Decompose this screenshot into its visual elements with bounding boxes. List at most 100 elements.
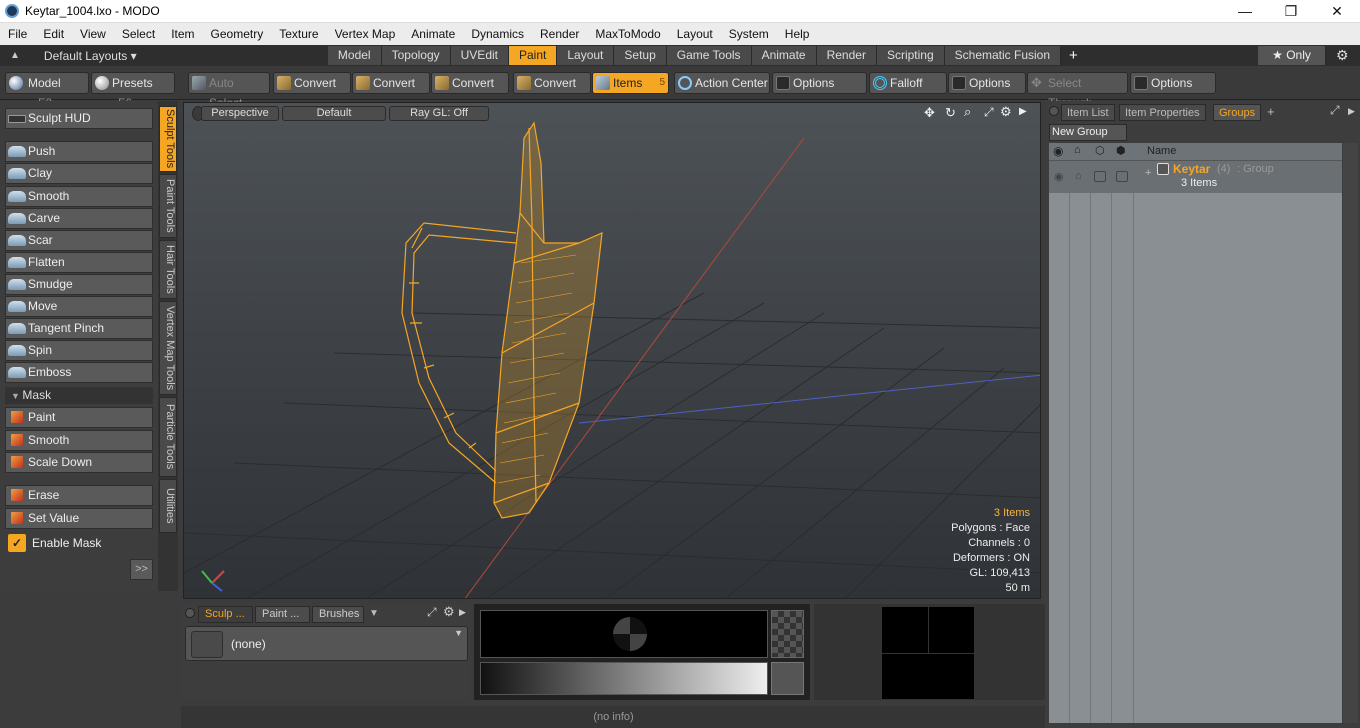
gradient-alpha-swatch[interactable] [771,662,804,695]
mask-section-header[interactable]: ▼ Mask [5,387,153,404]
expand-more-button[interactable]: >> [130,559,153,580]
maximize-panel-icon[interactable]: ⤢ [427,605,437,620]
vertical-scrollbar[interactable] [1343,143,1358,723]
tab-uvedit[interactable]: UVEdit [450,46,509,65]
mask-smooth-tool[interactable]: Smooth [5,430,153,451]
tab-paint[interactable]: Paint ... [255,606,310,623]
zoom-icon[interactable]: ⌕ [964,104,971,120]
model-button[interactable]: Model F2 [5,72,89,110]
menu-select[interactable]: Select [114,23,163,45]
mask-scale-down-tool[interactable]: Scale Down [5,452,153,473]
menu-layout[interactable]: Layout [669,23,721,45]
menu-geometry[interactable]: Geometry [203,23,272,45]
menu-render[interactable]: Render [532,23,587,45]
tab-scripting[interactable]: Scripting [876,46,945,65]
perspective-dropdown[interactable]: Perspective [201,106,279,121]
close-button[interactable]: ✕ [1314,0,1360,23]
panel-arrow-icon[interactable]: ▶ [1348,106,1355,117]
expand-arrow-icon[interactable]: ▶ [1019,106,1027,117]
tab-setup[interactable]: Setup [614,46,667,65]
menu-view[interactable]: View [72,23,114,45]
tab-sculpt[interactable]: Sculp ... [198,606,253,623]
viewport-gear-icon[interactable]: ⚙ [1000,104,1012,120]
convert-vertices-button[interactable]: Convert [273,72,351,94]
menu-help[interactable]: Help [777,23,818,45]
emboss-tool[interactable]: Emboss [5,362,153,383]
only-button[interactable]: ★ Only [1258,46,1326,65]
carve-tool[interactable]: Carve [5,208,153,229]
expand-icon[interactable]: + [1145,167,1151,179]
select-options-button[interactable]: Options [1130,72,1216,94]
panel-gear-icon[interactable]: ⚙ [443,604,455,620]
new-group-button[interactable]: New Group [1049,124,1127,141]
convert-edges-button[interactable]: Convert [352,72,430,94]
action-center-options-button[interactable]: Options [772,72,867,94]
tab-sculpt-tools[interactable]: Sculpt Tools [159,106,177,172]
3d-viewport[interactable]: Perspective Default Ray GL: Off ✥ ↻ ⌕ ⤢ … [183,102,1041,599]
panel-menu-icon[interactable] [185,608,195,618]
shading-dropdown[interactable]: Default [282,106,386,121]
name-column-header[interactable]: Name [1147,145,1176,157]
panel-menu-icon[interactable] [1049,106,1059,116]
maximize-viewport-icon[interactable]: ⤢ [984,105,994,120]
tab-item-properties[interactable]: Item Properties [1119,104,1206,121]
tab-layout[interactable]: Layout [557,46,615,65]
convert-materials-button[interactable]: Convert [513,72,591,94]
gear-icon[interactable]: ⚙ [1336,47,1349,64]
maximize-button[interactable]: ❐ [1268,0,1314,23]
sculpt-hud-button[interactable]: Sculpt HUD [5,108,153,129]
tab-particle-tools[interactable]: Particle Tools [159,397,177,477]
menu-system[interactable]: System [721,23,777,45]
tab-topology[interactable]: Topology [381,46,451,65]
auto-select-button[interactable]: Auto Select [188,72,270,110]
menu-texture[interactable]: Texture [271,23,326,45]
mask-erase-tool[interactable]: Erase [5,485,153,506]
menu-edit[interactable]: Edit [35,23,72,45]
tabs-dropdown-icon[interactable]: ▼ [369,608,379,619]
add-tab-button[interactable]: + [1061,47,1086,64]
add-tab-button[interactable]: + [1267,104,1275,119]
pan-icon[interactable]: ✥ [924,105,935,121]
falloff-button[interactable]: Falloff [869,72,947,94]
tab-utilities[interactable]: Utilities [159,479,177,533]
minimize-button[interactable]: — [1222,0,1268,23]
items-button[interactable]: Items 5 [592,72,669,94]
mask-set-value-tool[interactable]: Set Value [5,508,153,529]
eye-icon[interactable]: ◉ [1054,170,1064,183]
raygl-dropdown[interactable]: Ray GL: Off [389,106,489,121]
menu-item[interactable]: Item [163,23,202,45]
falloff-options-button[interactable]: Options [948,72,1026,94]
select-through-button[interactable]: ✥Select Through [1027,72,1128,110]
lock-checkbox[interactable] [1094,171,1106,182]
select-checkbox[interactable] [1116,171,1128,182]
group-row-keytar[interactable]: ◉ ⌂ + Keytar (4) : Group 3 Items [1049,161,1342,193]
action-center-button[interactable]: Action Center [674,72,770,94]
spin-tool[interactable]: Spin [5,340,153,361]
alpha-swatch[interactable] [771,610,804,658]
presets-button[interactable]: Presets F6 [91,72,175,110]
menu-dynamics[interactable]: Dynamics [463,23,532,45]
rotate-icon[interactable]: ↻ [945,105,956,121]
convert-polygons-button[interactable]: Convert [431,72,509,94]
gradient-bar[interactable] [480,662,768,695]
tab-paint-tools[interactable]: Paint Tools [159,174,177,238]
maximize-panel-icon[interactable]: ⤢ [1330,103,1340,118]
smooth-tool[interactable]: Smooth [5,186,153,207]
menu-file[interactable]: File [0,23,35,45]
menu-animate[interactable]: Animate [403,23,463,45]
tab-animate[interactable]: Animate [751,46,817,65]
clay-tool[interactable]: Clay [5,163,153,184]
tab-vertex-map-tools[interactable]: Vertex Map Tools [159,301,177,395]
smudge-tool[interactable]: Smudge [5,274,153,295]
tab-game-tools[interactable]: Game Tools [666,46,752,65]
panel-arrow-icon[interactable]: ▶ [459,607,466,618]
scar-tool[interactable]: Scar [5,230,153,251]
brush-preset-dropdown[interactable]: (none) ▼ [185,626,468,661]
tab-item-list[interactable]: Item List [1061,104,1115,121]
color-swatch-large[interactable] [480,610,768,658]
tab-hair-tools[interactable]: Hair Tools [159,240,177,299]
default-layouts-dropdown[interactable]: Default Layouts ▾ [28,49,328,63]
tab-model[interactable]: Model [327,46,382,65]
layout-collapse-icon[interactable]: ▲ [0,50,28,61]
tab-groups[interactable]: Groups [1213,104,1262,121]
